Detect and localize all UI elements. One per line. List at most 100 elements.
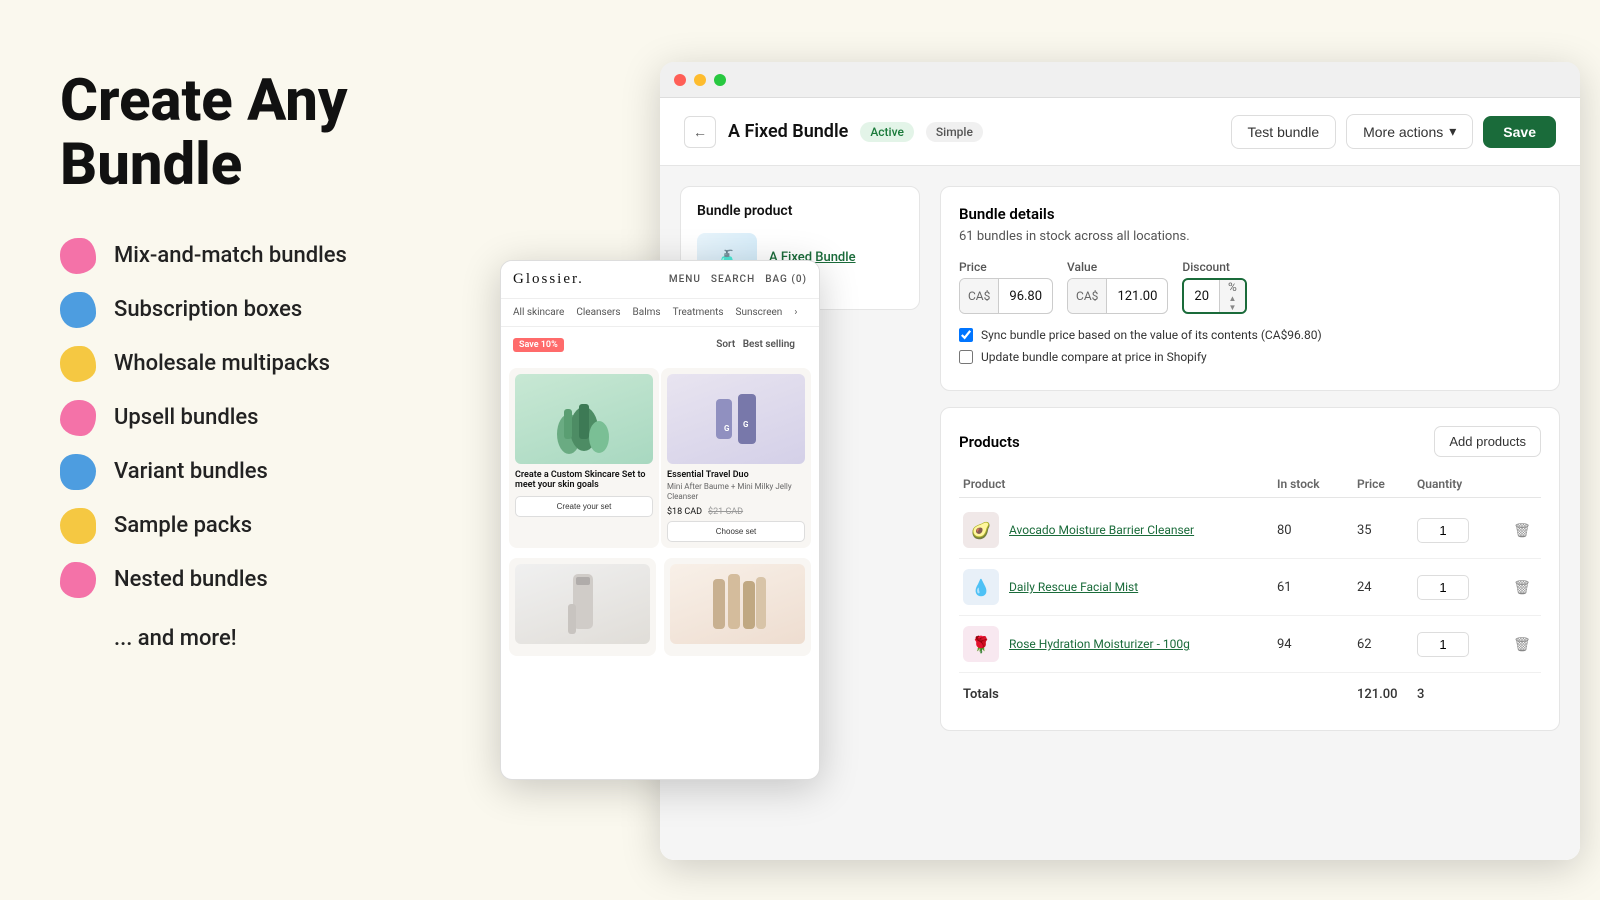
feature-upsell: Upsell bundles xyxy=(60,400,520,436)
feature-wholesale: Wholesale multipacks xyxy=(60,346,520,382)
checkbox-sync-row: Sync bundle price based on the value of … xyxy=(959,328,1541,342)
product-thumb-2: 💧 xyxy=(963,569,999,605)
left-panel: Create Any Bundle Mix-and-match bundles … xyxy=(0,0,580,721)
price-3: 62 xyxy=(1357,637,1417,652)
category-bar: All skincare Cleansers Balms Treatments … xyxy=(501,299,819,327)
glossier-bottom-row xyxy=(501,554,819,660)
glossier-product-grid: Create a Custom Skincare Set to meet you… xyxy=(501,362,819,554)
feature-label-upsell: Upsell bundles xyxy=(114,405,259,430)
qty-input-2[interactable] xyxy=(1417,575,1469,600)
sync-checkbox-label: Sync bundle price based on the value of … xyxy=(981,328,1322,342)
cat-sunscreen[interactable]: Sunscreen xyxy=(736,307,783,318)
qty-input-3[interactable] xyxy=(1417,632,1469,657)
delete-btn-1[interactable]: 🗑 xyxy=(1507,522,1537,539)
value-input-wrapper[interactable]: CA$ 121.00 xyxy=(1067,278,1168,314)
price-label: Price xyxy=(959,260,1053,274)
nav-menu[interactable]: MENU xyxy=(669,274,701,285)
product-name-link-1[interactable]: Avocado Moisture Barrier Cleanser xyxy=(1009,523,1194,537)
discount-percent: % xyxy=(1228,280,1237,294)
test-bundle-button[interactable]: Test bundle xyxy=(1231,115,1337,149)
traffic-light-red[interactable] xyxy=(674,74,686,86)
top-bar-left: ← A Fixed Bundle Active Simple xyxy=(684,116,983,148)
totals-qty: 3 xyxy=(1417,687,1507,702)
glossier-btn-1[interactable]: Create your set xyxy=(515,496,653,517)
nav-links: MENU SEARCH BAG (0) xyxy=(669,274,807,285)
cat-treatments[interactable]: Treatments xyxy=(673,307,724,318)
traffic-light-yellow[interactable] xyxy=(694,74,706,86)
discount-up-arrow[interactable]: ▲ xyxy=(1228,295,1236,303)
feature-mix: Mix-and-match bundles xyxy=(60,238,520,274)
traffic-light-green[interactable] xyxy=(714,74,726,86)
blob-upsell xyxy=(60,400,96,436)
price-input-wrapper[interactable]: CA$ 96.80 xyxy=(959,278,1053,314)
feature-variant: Variant bundles xyxy=(60,454,520,490)
bundle-details-title: Bundle details xyxy=(959,205,1541,223)
add-products-button[interactable]: Add products xyxy=(1434,426,1541,457)
delete-btn-2[interactable]: 🗑 xyxy=(1507,579,1537,596)
value-field: Value CA$ 121.00 xyxy=(1067,260,1168,314)
bundle-details-card: Bundle details 61 bundles in stock acros… xyxy=(940,186,1560,391)
sort-bar: Sort Best selling xyxy=(704,333,807,356)
product-name-link-2[interactable]: Daily Rescue Facial Mist xyxy=(1009,580,1138,594)
more-actions-button[interactable]: More actions ▾ xyxy=(1346,114,1473,149)
nav-search[interactable]: SEARCH xyxy=(711,274,755,285)
col-in-stock: In stock xyxy=(1277,477,1357,491)
blob-nested xyxy=(60,562,96,598)
save-button[interactable]: Save xyxy=(1483,116,1556,148)
discount-down-arrow[interactable]: ▼ xyxy=(1228,304,1236,312)
totals-price: 121.00 xyxy=(1357,687,1417,702)
bundle-product-card-title: Bundle product xyxy=(697,203,903,219)
glossier-btn-2[interactable]: Choose set xyxy=(667,521,805,542)
feature-label-sample: Sample packs xyxy=(114,513,252,538)
svg-text:G: G xyxy=(743,420,749,429)
cat-all-skincare[interactable]: All skincare xyxy=(513,307,564,318)
sync-checkbox[interactable] xyxy=(959,328,973,342)
blob-mix xyxy=(60,238,96,274)
badge-simple: Simple xyxy=(926,122,983,142)
glossier-logo: Glossier. xyxy=(513,271,584,288)
product-thumb-1: 🥑 xyxy=(963,512,999,548)
back-button[interactable]: ← xyxy=(684,116,716,148)
product-name-link-3[interactable]: Rose Hydration Moisturizer - 100g xyxy=(1009,637,1190,651)
save-badge: Save 10% xyxy=(513,338,564,352)
product-card-img-4 xyxy=(670,564,805,644)
blob-variant xyxy=(60,454,96,490)
product-cell-3: 🌹 Rose Hydration Moisturizer - 100g xyxy=(963,626,1277,662)
feature-list: Mix-and-match bundles Subscription boxes… xyxy=(60,238,520,598)
nav-bag[interactable]: BAG (0) xyxy=(765,274,807,285)
totals-row: Totals 121.00 3 xyxy=(959,677,1541,712)
qty-input-1[interactable] xyxy=(1417,518,1469,543)
discount-label: Discount xyxy=(1182,260,1246,274)
table-header: Product In stock Price Quantity xyxy=(959,471,1541,498)
window-titlebar xyxy=(660,62,1580,98)
hero-title: Create Any Bundle xyxy=(60,70,520,198)
price-row: Price CA$ 96.80 Value CA$ xyxy=(959,260,1541,314)
product-cell-1: 🥑 Avocado Moisture Barrier Cleanser xyxy=(963,512,1277,548)
browser-nav: Glossier. MENU SEARCH BAG (0) xyxy=(501,261,819,299)
and-more-text: ... and more! xyxy=(60,626,520,651)
glossier-browser-overlay: Glossier. MENU SEARCH BAG (0) All skinca… xyxy=(500,260,820,780)
feature-subscription: Subscription boxes xyxy=(60,292,520,328)
compare-checkbox[interactable] xyxy=(959,350,973,364)
glossier-product-desc-2: Mini After Baume + Mini Milky Jelly Clea… xyxy=(667,482,805,503)
cat-cleansers[interactable]: Cleansers xyxy=(576,307,620,318)
value-value: 121.00 xyxy=(1107,289,1167,304)
blob-wholesale xyxy=(60,346,96,382)
price-prefix: CA$ xyxy=(960,279,999,313)
cat-balms[interactable]: Balms xyxy=(633,307,661,318)
feature-nested: Nested bundles xyxy=(60,562,520,598)
feature-sample: Sample packs xyxy=(60,508,520,544)
product-card-img-2: G G xyxy=(667,374,805,464)
top-bar: ← A Fixed Bundle Active Simple Test bund… xyxy=(660,98,1580,166)
discount-input-wrapper[interactable]: 20 % ▲ ▼ xyxy=(1182,278,1246,314)
glossier-product-1: Create a Custom Skincare Set to meet you… xyxy=(509,368,659,548)
delete-btn-3[interactable]: 🗑 xyxy=(1507,636,1537,653)
discount-field: Discount 20 % ▲ ▼ xyxy=(1182,260,1246,314)
sort-label: Sort xyxy=(716,339,735,350)
product-cell-2: 💧 Daily Rescue Facial Mist xyxy=(963,569,1277,605)
glossier-product-2: G G Essential Travel Duo Mini After Baum… xyxy=(661,368,811,548)
cat-more-icon[interactable]: › xyxy=(794,307,797,318)
bundle-stock-info: 61 bundles in stock across all locations… xyxy=(959,229,1541,244)
right-panel: ← A Fixed Bundle Active Simple Test bund… xyxy=(580,0,1600,900)
chevron-down-icon: ▾ xyxy=(1449,123,1456,140)
